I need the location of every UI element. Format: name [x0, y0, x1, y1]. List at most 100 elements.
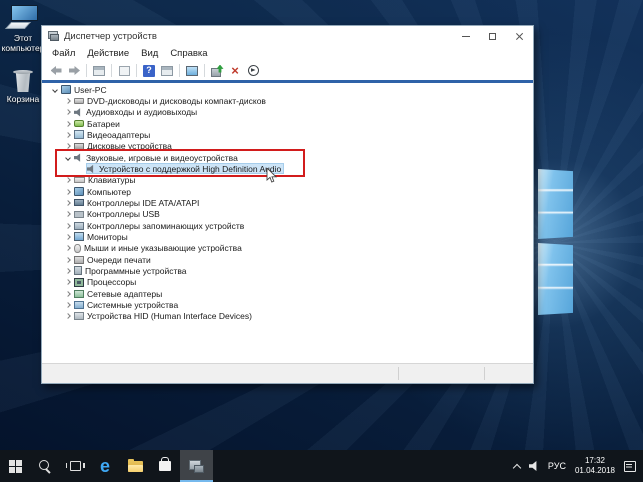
taskbar-store-button[interactable]	[150, 450, 180, 482]
tree-item[interactable]: Мониторы	[42, 231, 533, 242]
tree-item[interactable]: Сетевые адаптеры	[42, 288, 533, 299]
chevron-right-icon[interactable]	[63, 109, 73, 116]
tree-item-core: User-PC	[60, 84, 110, 95]
chevron-right-icon[interactable]	[63, 200, 73, 206]
mouse-icon	[74, 243, 81, 253]
computer-view-button[interactable]	[184, 63, 200, 79]
scan-hardware-button[interactable]	[245, 63, 261, 79]
chevron-right-icon[interactable]	[63, 245, 73, 252]
device-manager-icon	[48, 31, 59, 41]
tree-item[interactable]: DVD-дисководы и дисководы компакт-дисков	[42, 95, 533, 106]
taskbar-search-button[interactable]	[30, 450, 60, 482]
menu-item[interactable]: Вид	[135, 48, 164, 59]
maximize-button[interactable]	[479, 26, 506, 46]
action-center-icon[interactable]	[624, 460, 636, 472]
tree-item[interactable]: Процессоры	[42, 277, 533, 288]
toolbar: ? ×	[42, 61, 533, 80]
help-button[interactable]: ?	[141, 63, 157, 79]
taskbar-file-explorer-button[interactable]	[120, 450, 150, 482]
status-bar	[42, 363, 533, 383]
computer-icon	[74, 187, 84, 197]
device-manager-icon	[189, 459, 204, 473]
tree-item-core: Звуковые, игровые и видеоустройства	[73, 152, 241, 163]
desktop-icon-label: Корзина	[6, 94, 40, 104]
software-device-icon	[74, 266, 82, 276]
chevron-right-icon[interactable]	[63, 313, 73, 320]
tree-item[interactable]: Мыши и иные указывающие устройства	[42, 243, 533, 254]
title-bar[interactable]: Диспетчер устройств	[42, 26, 533, 46]
chevron-right-icon[interactable]	[63, 268, 73, 274]
tree-item[interactable]: Видеоадаптеры	[42, 129, 533, 140]
desktop-icon-this-pc[interactable]: Этот компьютер	[0, 5, 46, 54]
tree-item[interactable]: Системные устройства	[42, 299, 533, 310]
chevron-down-icon[interactable]	[50, 86, 60, 93]
tree-item[interactable]: Компьютер	[42, 186, 533, 197]
tree-item[interactable]: Аудиовходы и аудиовыходы	[42, 107, 533, 118]
store-icon	[159, 457, 171, 471]
minimize-button[interactable]	[452, 26, 479, 46]
clock[interactable]: 17:32 01.04.2018	[575, 456, 615, 477]
battery-icon	[74, 120, 84, 128]
forward-button[interactable]	[66, 63, 82, 79]
export-list-button[interactable]	[116, 63, 132, 79]
chevron-down-icon[interactable]	[63, 154, 73, 161]
chevron-right-icon[interactable]	[63, 302, 73, 308]
tree-item[interactable]: Батареи	[42, 118, 533, 129]
toolbar-separator	[136, 64, 137, 77]
tree-item[interactable]: Программные устройства	[42, 265, 533, 276]
taskbar: e РУС 17:32 01.04.2018	[0, 450, 643, 482]
taskbar-task-view-button[interactable]	[60, 450, 90, 482]
tree-item-label: Очереди печати	[87, 254, 151, 265]
tree-item-label: Сетевые адаптеры	[87, 288, 163, 299]
taskbar-edge-button[interactable]: e	[90, 450, 120, 482]
desktop-icon-recycle-bin[interactable]: Корзина	[0, 69, 46, 105]
tree-item[interactable]: Устройство с поддержкой High Definition …	[42, 163, 533, 175]
tree-item-core: Батареи	[73, 118, 123, 129]
task-view-icon	[65, 461, 85, 471]
taskbar-start-button[interactable]	[0, 450, 30, 482]
chevron-right-icon[interactable]	[63, 222, 73, 229]
tree-item-label: Контроллеры USB	[87, 209, 160, 220]
language-indicator[interactable]: РУС	[548, 461, 566, 471]
tree-item[interactable]: Контроллеры запоминающих устройств	[42, 220, 533, 231]
tree-item-label: Устройство с поддержкой High Definition …	[99, 163, 282, 174]
chevron-right-icon[interactable]	[63, 143, 73, 150]
chevron-right-icon[interactable]	[63, 290, 73, 297]
menu-item[interactable]: Действие	[81, 48, 135, 59]
tree-item[interactable]: Контроллеры IDE ATA/ATAPI	[42, 197, 533, 208]
tree-item-label: Батареи	[87, 118, 120, 129]
tree-item[interactable]: User-PC	[42, 84, 533, 95]
tree-item-label: Системные устройства	[87, 299, 179, 310]
menu-item[interactable]: Справка	[164, 48, 213, 59]
tree-item[interactable]: Контроллеры USB	[42, 209, 533, 220]
chevron-right-icon[interactable]	[63, 211, 73, 218]
disk-drive-icon	[74, 142, 84, 150]
chevron-right-icon[interactable]	[63, 188, 73, 195]
chevron-right-icon[interactable]	[63, 177, 73, 184]
device-tree: User-PC DVD-дисководы и дисководы компакт…	[42, 84, 533, 322]
tree-item[interactable]: Дисковые устройства	[42, 141, 533, 152]
status-divider	[484, 367, 485, 380]
menu-item[interactable]: Файл	[46, 48, 81, 59]
tree-item-label: Процессоры	[87, 277, 137, 288]
volume-icon[interactable]	[528, 461, 537, 471]
close-button[interactable]	[506, 26, 533, 46]
back-button[interactable]	[48, 63, 64, 79]
tree-item[interactable]: Устройства HID (Human Interface Devices)	[42, 311, 533, 322]
update-driver-button[interactable]	[209, 63, 225, 79]
console-button[interactable]	[91, 63, 107, 79]
chevron-right-icon[interactable]	[63, 234, 73, 240]
properties-button[interactable]	[159, 63, 175, 79]
chevron-right-icon[interactable]	[63, 256, 73, 263]
tree-item[interactable]: Очереди печати	[42, 254, 533, 265]
chevron-right-icon[interactable]	[63, 279, 73, 286]
tree-item[interactable]: Клавиатуры	[42, 175, 533, 186]
chevron-right-icon[interactable]	[63, 98, 73, 104]
taskbar-device-manager-button[interactable]	[180, 450, 213, 482]
tree-item-core: Видеоадаптеры	[73, 129, 153, 140]
chevron-right-icon[interactable]	[63, 120, 73, 127]
uninstall-device-button[interactable]: ×	[227, 63, 243, 79]
chevron-right-icon[interactable]	[63, 132, 73, 138]
tree-item[interactable]: Звуковые, игровые и видеоустройства	[42, 152, 533, 163]
tray-expand-icon[interactable]	[512, 463, 522, 472]
